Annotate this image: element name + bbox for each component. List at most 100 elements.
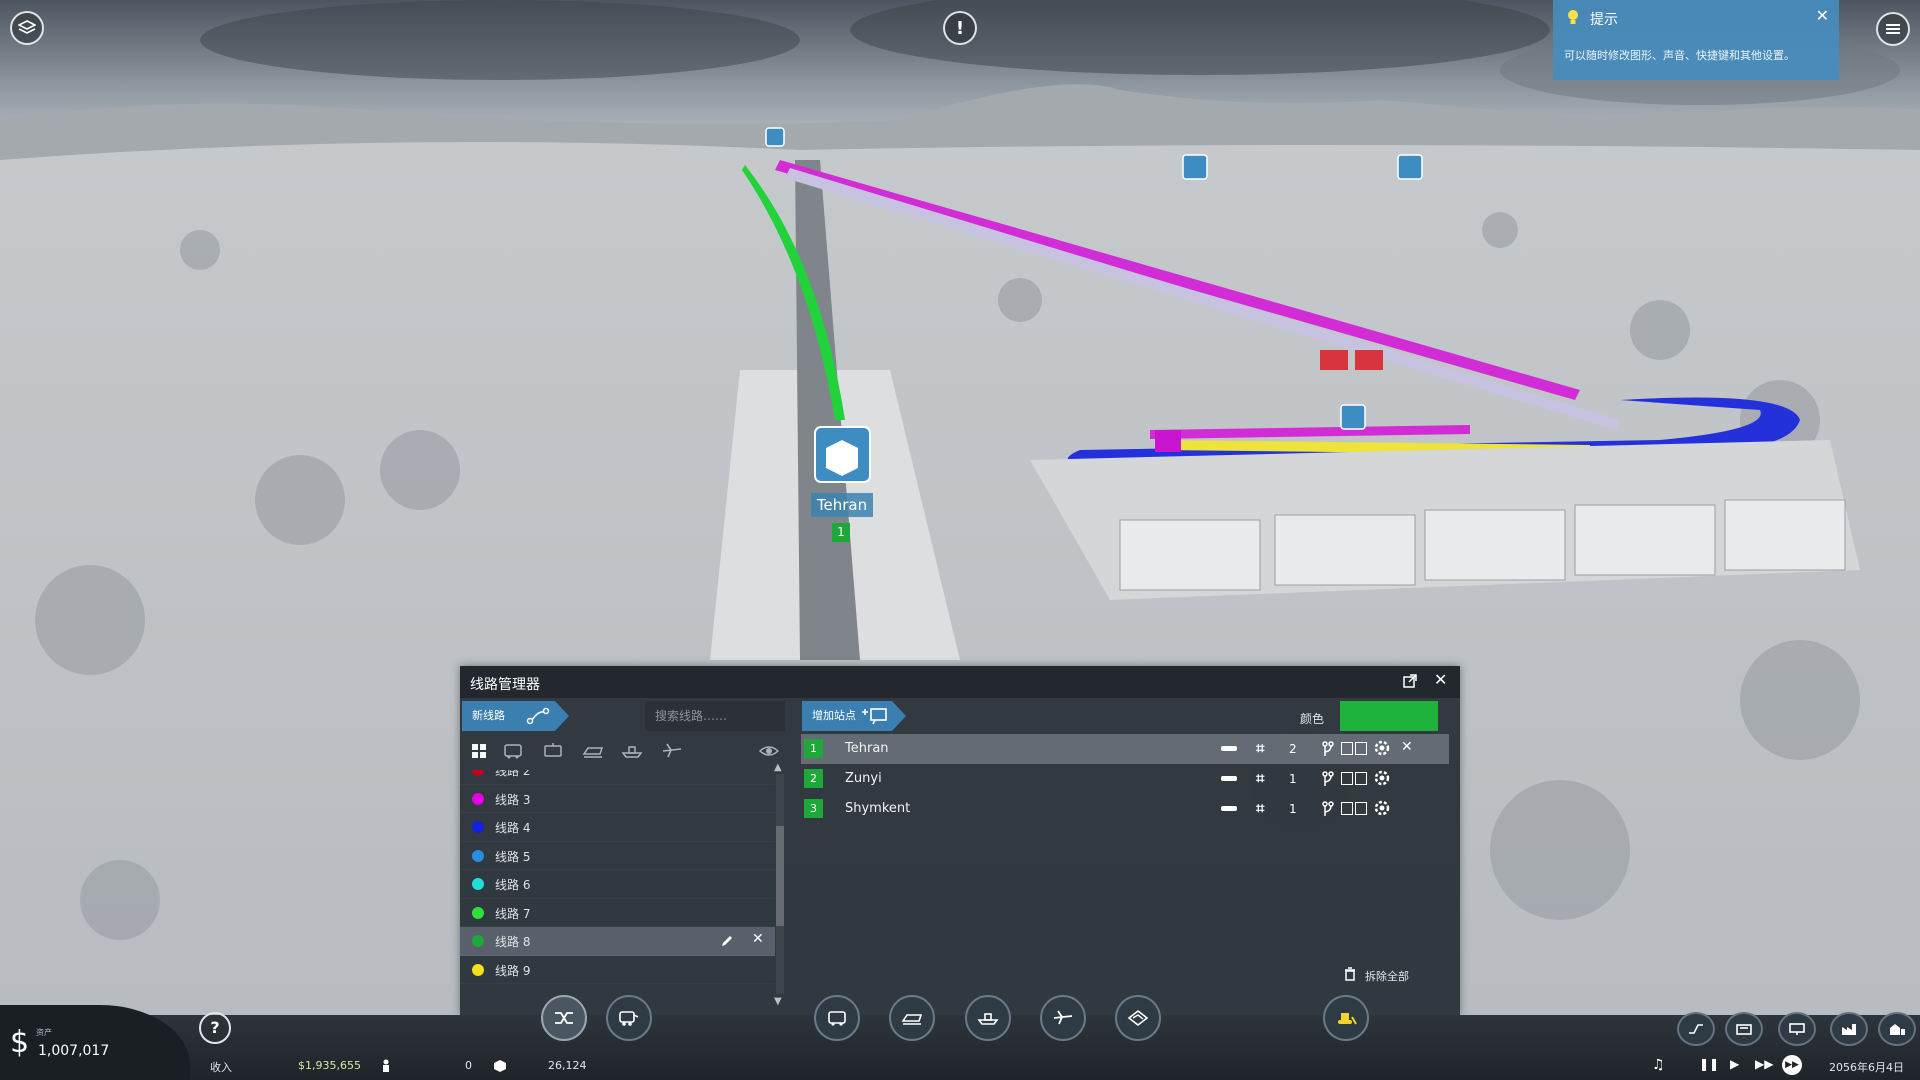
add-stop-button[interactable]: 增加站点 (802, 701, 906, 731)
scroll-down-icon[interactable]: ▼ (774, 996, 782, 1007)
fastest-speed-icon[interactable]: ▶▶ (1782, 1055, 1802, 1075)
visibility-eye-icon[interactable] (758, 742, 780, 760)
line-manager-tool-button[interactable] (541, 995, 587, 1041)
gear-icon[interactable] (1373, 739, 1391, 757)
help-button[interactable]: ? (199, 1012, 231, 1044)
platform-icon[interactable]: ⌗ (1256, 769, 1264, 787)
unload-toggle-icon[interactable] (1355, 802, 1367, 815)
line-name: 线路 7 (495, 906, 531, 921)
unload-toggle-icon[interactable] (1355, 742, 1367, 755)
cargo-icon (494, 1060, 506, 1072)
pencil-icon[interactable] (720, 934, 734, 948)
music-icon[interactable]: ♫ (1652, 1057, 1665, 1073)
vehicle-manager-button[interactable] (606, 995, 652, 1041)
line-item[interactable]: 线路 5 (460, 842, 775, 871)
layers-button[interactable] (10, 11, 44, 45)
gear-icon[interactable] (1373, 799, 1391, 817)
minus-icon[interactable] (1221, 776, 1237, 781)
play-icon[interactable]: ▶ (1730, 1057, 1739, 1071)
close-icon[interactable]: ✕ (1434, 670, 1447, 689)
station-label-tehran[interactable]: Tehran (811, 493, 873, 517)
route-finder-button[interactable] (1677, 1012, 1715, 1046)
line-name: 线路 5 (495, 849, 531, 864)
alert-icon: ! (955, 17, 965, 39)
plane-icon[interactable] (661, 742, 683, 760)
color-label: 颜色 (1300, 712, 1325, 726)
load-toggle-icon[interactable] (1341, 742, 1353, 755)
income-value: $1,935,655 (298, 1059, 361, 1072)
air-build-button[interactable] (1040, 995, 1086, 1041)
town-button[interactable] (1878, 1012, 1916, 1046)
plane-icon (1053, 1010, 1073, 1025)
unload-toggle-icon[interactable] (1355, 772, 1367, 785)
platform-icon[interactable]: ⌗ (1256, 739, 1264, 757)
stop-row[interactable]: 2 Zunyi ⌗ 1 (801, 764, 1449, 794)
train-icon[interactable] (582, 742, 604, 760)
scroll-up-icon[interactable]: ▲ (774, 762, 782, 773)
line-item[interactable]: 线路 9 (460, 956, 775, 985)
stop-row[interactable]: 3 Shymkent ⌗ 1 (801, 794, 1449, 824)
line-item[interactable]: 线路 7 (460, 899, 775, 928)
bulldozer-button[interactable] (1323, 995, 1369, 1041)
stop-list: 1 Tehran ⌗ 2 ✕ 2 Zunyi ⌗ 1 3 Shymkent ⌗ … (801, 734, 1449, 824)
line-color-dot (472, 935, 484, 947)
line-manager-title: 线路管理器 (470, 677, 540, 693)
tram-icon[interactable] (542, 742, 564, 760)
terrain-build-button[interactable] (1115, 995, 1161, 1041)
load-toggle-icon[interactable] (1341, 772, 1353, 785)
cargo-count: 26,124 (548, 1059, 587, 1072)
scrollbar-thumb[interactable] (776, 826, 784, 926)
money-value[interactable]: 1,007,017 (38, 1043, 109, 1059)
water-build-button[interactable] (965, 995, 1011, 1041)
minus-icon[interactable] (1221, 806, 1237, 811)
passenger-count: 0 (465, 1059, 472, 1072)
bus-icon[interactable] (503, 742, 525, 760)
fast-forward-icon[interactable]: ▶▶ (1755, 1057, 1773, 1071)
line-item[interactable]: 线路 6 (460, 870, 775, 899)
station-icon (1789, 1023, 1805, 1035)
line-item[interactable]: 线路 3 (460, 785, 775, 814)
delete-line-icon[interactable]: ✕ (752, 931, 764, 947)
platform-icon[interactable]: ⌗ (1256, 799, 1264, 817)
branch-icon[interactable] (1321, 770, 1335, 788)
hint-panel: 提示 ✕ 可以随时修改图形、声音、快捷键和其他设置。 (1553, 0, 1839, 80)
line-name: 线路 2 (495, 770, 531, 778)
ship-icon[interactable] (621, 742, 643, 760)
depot-button[interactable] (1725, 1012, 1763, 1046)
line-name: 线路 8 (495, 935, 531, 949)
industry-button[interactable] (1830, 1012, 1868, 1046)
menu-icon (1886, 24, 1900, 34)
station-button[interactable] (1778, 1012, 1816, 1046)
line-item[interactable]: 线路 2 (460, 770, 775, 785)
road-build-button[interactable] (814, 995, 860, 1041)
demolish-all-button[interactable]: 拆除全部 (1345, 967, 1409, 984)
hint-close-icon[interactable]: ✕ (1816, 6, 1829, 25)
train-icon (901, 1014, 923, 1025)
remove-stop-icon[interactable]: ✕ (1401, 739, 1413, 755)
dollar-icon: $ (10, 1025, 30, 1060)
line-manager-header[interactable]: 线路管理器 ✕ (460, 666, 1460, 698)
main-menu-button[interactable] (1876, 12, 1910, 46)
hint-title: 提示 (1590, 12, 1618, 28)
load-toggle-icon[interactable] (1341, 802, 1353, 815)
line-color-swatch[interactable] (1340, 701, 1438, 731)
line-list[interactable]: 线路 2 线路 3 线路 4 线路 5 线路 6 线路 7 线路 8 ✕ 线路 … (460, 770, 775, 994)
alerts-button[interactable]: ! (943, 11, 977, 45)
line-item-selected[interactable]: 线路 8 ✕ (460, 927, 775, 956)
line-item[interactable]: 线路 4 (460, 813, 775, 842)
branch-icon[interactable] (1321, 740, 1335, 758)
pause-icon[interactable]: ❚❚ (1699, 1057, 1719, 1071)
stop-row[interactable]: 1 Tehran ⌗ 2 ✕ (801, 734, 1449, 764)
branch-icon[interactable] (1321, 800, 1335, 818)
all-types-icon[interactable] (468, 742, 490, 760)
line-search-input[interactable] (645, 701, 785, 731)
new-line-label: 新线路 (472, 709, 505, 722)
popout-icon[interactable] (1402, 673, 1418, 689)
minus-icon[interactable] (1221, 746, 1237, 751)
line-manager-window: 线路管理器 ✕ 新线路 线路 2 线路 3 线路 4 线路 5 线路 6 线路 … (460, 666, 1460, 1015)
rail-build-button[interactable] (889, 995, 935, 1041)
line-name: 线路 4 (495, 821, 531, 835)
gear-icon[interactable] (1373, 769, 1391, 787)
new-line-button[interactable]: 新线路 (462, 701, 569, 731)
hint-body: 可以随时修改图形、声音、快捷键和其他设置。 (1564, 49, 1795, 62)
